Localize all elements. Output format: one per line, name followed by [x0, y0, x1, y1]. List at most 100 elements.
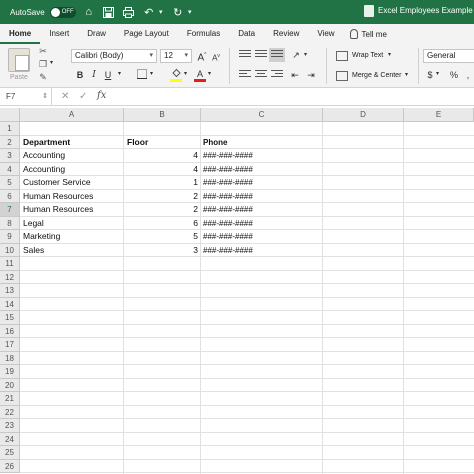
- department-cell[interactable]: Human Resources: [20, 203, 124, 217]
- orientation-dropdown-icon[interactable]: ▾: [304, 51, 307, 58]
- phone-cell[interactable]: ###-###-####: [201, 244, 323, 258]
- row-header-5[interactable]: 5: [0, 176, 20, 190]
- tab-formulas[interactable]: Formulas: [178, 24, 229, 44]
- tab-data[interactable]: Data: [229, 24, 264, 44]
- tab-view[interactable]: View: [308, 24, 343, 44]
- currency-dropdown-icon[interactable]: ▾: [436, 70, 439, 77]
- tab-home[interactable]: Home: [0, 24, 41, 44]
- font-color-dropdown-icon[interactable]: ▾: [208, 70, 211, 77]
- floor-cell[interactable]: 6: [124, 217, 201, 231]
- select-all-corner[interactable]: [0, 108, 20, 122]
- borders-dropdown-icon[interactable]: ▾: [150, 70, 153, 77]
- column-header-a[interactable]: A: [20, 108, 124, 122]
- font-size-select[interactable]: 12 ▾: [160, 49, 192, 63]
- department-cell[interactable]: Human Resources: [20, 190, 124, 204]
- phone-cell[interactable]: ###-###-####: [201, 163, 323, 177]
- align-left-icon[interactable]: [239, 70, 251, 80]
- format-painter-icon[interactable]: ✎: [38, 72, 48, 82]
- header-cell-department[interactable]: Department: [20, 136, 124, 150]
- number-format-select[interactable]: General: [423, 49, 474, 63]
- phone-cell[interactable]: ###-###-####: [201, 176, 323, 190]
- orientation-icon[interactable]: ↗: [290, 49, 302, 61]
- comma-style-icon[interactable]: ,: [462, 69, 474, 81]
- tab-review[interactable]: Review: [264, 24, 308, 44]
- align-middle-icon[interactable]: [255, 50, 267, 60]
- row-header-2[interactable]: 2: [0, 135, 20, 149]
- italic-button[interactable]: I: [88, 69, 100, 81]
- row-header-6[interactable]: 6: [0, 189, 20, 203]
- autosave-toggle[interactable]: OFF: [49, 6, 76, 18]
- merge-center-dropdown-icon[interactable]: ▾: [405, 71, 408, 78]
- tab-insert[interactable]: Insert: [40, 24, 78, 44]
- department-cell[interactable]: Accounting: [20, 149, 124, 163]
- decrease-indent-icon[interactable]: ⇤: [289, 69, 301, 81]
- fill-color-dropdown-icon[interactable]: ▾: [184, 70, 187, 77]
- row-header-16[interactable]: 16: [0, 324, 20, 338]
- tab-page-layout[interactable]: Page Layout: [115, 24, 178, 44]
- phone-cell[interactable]: ###-###-####: [201, 149, 323, 163]
- department-cell[interactable]: Customer Service: [20, 176, 124, 190]
- undo-icon[interactable]: ↶: [142, 5, 156, 19]
- row-header-3[interactable]: 3: [0, 149, 20, 163]
- percent-style-button[interactable]: %: [448, 69, 460, 81]
- merge-center-button[interactable]: Merge & Center: [352, 72, 401, 79]
- bold-button[interactable]: B: [74, 69, 86, 81]
- borders-button[interactable]: [136, 69, 148, 81]
- department-cell[interactable]: Marketing: [20, 230, 124, 244]
- row-header-4[interactable]: 4: [0, 162, 20, 176]
- department-cell[interactable]: Accounting: [20, 163, 124, 177]
- row-header-7[interactable]: 7: [0, 203, 20, 217]
- department-cell[interactable]: Sales: [20, 244, 124, 258]
- paste-button[interactable]: [8, 48, 30, 72]
- column-header-b[interactable]: B: [124, 108, 201, 122]
- tab-draw[interactable]: Draw: [78, 24, 115, 44]
- row-header-12[interactable]: 12: [0, 270, 20, 284]
- name-box[interactable]: F7 ⇕: [0, 88, 52, 105]
- row-header-9[interactable]: 9: [0, 230, 20, 244]
- floor-cell[interactable]: 2: [124, 190, 201, 204]
- phone-cell[interactable]: ###-###-####: [201, 217, 323, 231]
- row-header-13[interactable]: 13: [0, 284, 20, 298]
- row-header-20[interactable]: 20: [0, 378, 20, 392]
- currency-format-icon[interactable]: $: [424, 69, 436, 81]
- floor-cell[interactable]: 2: [124, 203, 201, 217]
- column-header-d[interactable]: D: [323, 108, 404, 122]
- row-header-14[interactable]: 14: [0, 297, 20, 311]
- department-cell[interactable]: Legal: [20, 217, 124, 231]
- copy-icon[interactable]: ❐: [38, 59, 48, 69]
- underline-dropdown-icon[interactable]: ▾: [118, 70, 121, 77]
- align-bottom-icon[interactable]: [269, 48, 285, 62]
- floor-cell[interactable]: 4: [124, 163, 201, 177]
- align-right-icon[interactable]: [271, 70, 283, 80]
- row-header-24[interactable]: 24: [0, 432, 20, 446]
- floor-cell[interactable]: 4: [124, 149, 201, 163]
- column-header-e[interactable]: E: [404, 108, 474, 122]
- floor-cell[interactable]: 5: [124, 230, 201, 244]
- row-header-23[interactable]: 23: [0, 419, 20, 433]
- row-header-1[interactable]: 1: [0, 122, 20, 136]
- row-header-26[interactable]: 26: [0, 459, 20, 473]
- cut-icon[interactable]: ✂: [38, 46, 48, 56]
- tell-me-search[interactable]: Tell me: [349, 29, 387, 39]
- header-cell-phone[interactable]: Phone: [201, 136, 323, 150]
- increase-indent-icon[interactable]: ⇥: [305, 69, 317, 81]
- row-header-11[interactable]: 11: [0, 257, 20, 271]
- copy-dropdown-icon[interactable]: ▾: [50, 59, 53, 66]
- save-icon[interactable]: [102, 5, 116, 19]
- row-header-18[interactable]: 18: [0, 351, 20, 365]
- print-icon[interactable]: [122, 5, 136, 19]
- row-header-10[interactable]: 10: [0, 243, 20, 257]
- phone-cell[interactable]: ###-###-####: [201, 230, 323, 244]
- phone-cell[interactable]: ###-###-####: [201, 203, 323, 217]
- floor-cell[interactable]: 3: [124, 244, 201, 258]
- wrap-text-button[interactable]: Wrap Text: [352, 52, 383, 59]
- floor-cell[interactable]: 1: [124, 176, 201, 190]
- align-top-icon[interactable]: [239, 50, 251, 60]
- redo-icon[interactable]: ↻: [171, 5, 185, 19]
- row-header-17[interactable]: 17: [0, 338, 20, 352]
- home-icon[interactable]: ⌂: [82, 5, 96, 19]
- underline-button[interactable]: U: [102, 69, 114, 81]
- spreadsheet-grid[interactable]: A B C D E 1 2 3 4 5 6 7 8 9 10 11 12 13 14 15 16 17 18 19 20 21 22…: [0, 108, 474, 474]
- undo-dropdown-icon[interactable]: ▾: [157, 5, 165, 19]
- row-header-8[interactable]: 8: [0, 216, 20, 230]
